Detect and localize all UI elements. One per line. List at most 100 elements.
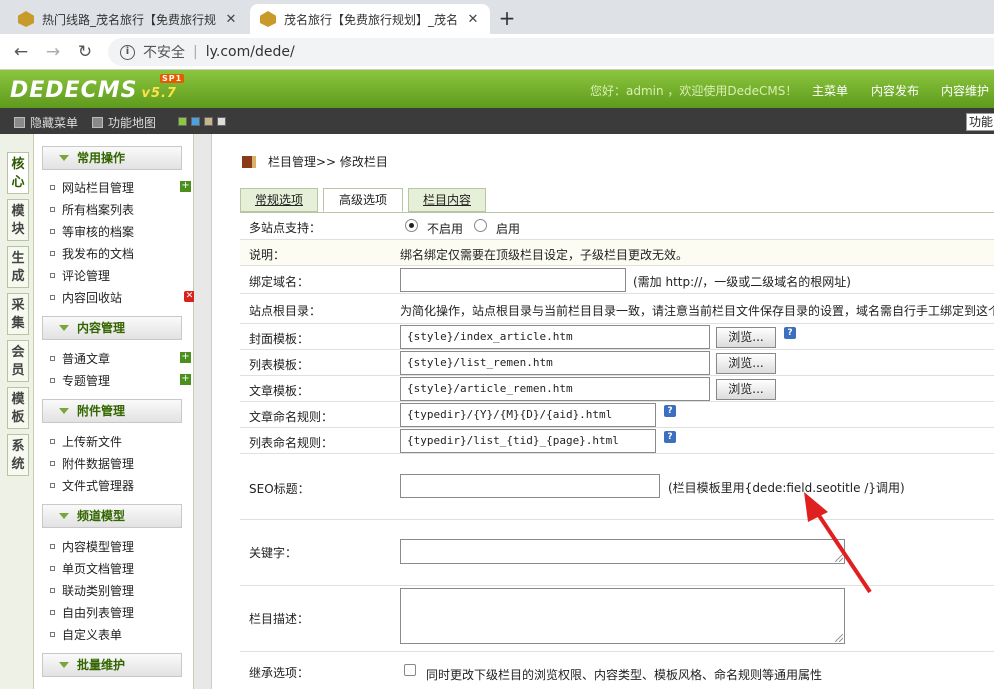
cover-template-input[interactable]: {style}/index_article.htm: [400, 325, 710, 349]
hide-menu-button[interactable]: 隐藏菜单: [14, 114, 78, 131]
help-icon[interactable]: ?: [664, 431, 676, 443]
vtab-system[interactable]: 系统: [7, 434, 29, 476]
cover-template-browse-button[interactable]: 浏览...: [716, 327, 776, 348]
back-arrow-icon[interactable]: ←: [10, 41, 32, 63]
list-template-input[interactable]: {style}/list_remen.htm: [400, 351, 710, 375]
sitemap-label: 功能地图: [108, 116, 157, 130]
menu-item-article[interactable]: 普通文章: [50, 350, 110, 367]
article-template-input[interactable]: {style}/article_remen.htm: [400, 377, 710, 401]
annotation-arrow-shaft: [812, 506, 872, 594]
tab-general-options[interactable]: 常规选项: [240, 188, 318, 212]
vtab-generate[interactable]: 生成: [7, 246, 29, 288]
inherit-checkbox[interactable]: [404, 664, 416, 676]
multisite-on-radio[interactable]: [474, 219, 487, 232]
url-text[interactable]: ly.com/dede/: [206, 44, 295, 60]
menu-item-pending-archives[interactable]: 等审核的档案: [50, 223, 134, 240]
function-search-box[interactable]: 功能: [966, 113, 994, 131]
vtab-collect[interactable]: 采集: [7, 293, 29, 335]
multisite-on-label: 启用: [496, 222, 521, 236]
keywords-textarea[interactable]: [400, 539, 845, 564]
menu-group-attachments[interactable]: 附件管理: [42, 399, 182, 423]
menu-group-channel-models[interactable]: 频道模型: [42, 504, 182, 528]
menu-item-label: 单页文档管理: [62, 562, 135, 576]
tab-column-content[interactable]: 栏目内容: [408, 188, 486, 212]
menu-item-label: 文件式管理器: [62, 479, 135, 493]
list-template-browse-button[interactable]: 浏览...: [716, 353, 776, 374]
menu-item-recycle-bin[interactable]: 内容回收站: [50, 289, 122, 306]
add-icon[interactable]: +: [180, 181, 191, 192]
breadcrumb-text[interactable]: 栏目管理>> 修改栏目: [268, 153, 388, 170]
tab-title: 热门线路_茂名旅行【免费旅行规: [42, 12, 217, 27]
nav-main-menu[interactable]: 主菜单: [812, 82, 848, 99]
vtab-templates[interactable]: 模板: [7, 387, 29, 429]
tab-title: 茂名旅行【免费旅行规划】_茂名: [284, 12, 459, 27]
sitemap-button[interactable]: 功能地图: [92, 114, 156, 131]
theme-swatch-green[interactable]: [178, 117, 187, 126]
menu-item-site-columns[interactable]: 网站栏目管理: [50, 179, 134, 196]
menu-item-linked-categories[interactable]: 联动类别管理: [50, 582, 134, 599]
menu-item-label: 联动类别管理: [62, 584, 135, 598]
list-template-label: 列表模板：: [249, 358, 310, 372]
row-article-naming-rule: 文章命名规则： {typedir}/{Y}/{M}{D}/{aid}.html …: [240, 402, 994, 428]
domain-label: 绑定域名：: [249, 275, 310, 289]
annotation-arrow: [804, 492, 872, 594]
close-tab-icon[interactable]: ✕: [224, 12, 238, 27]
menu-item-attachment-data[interactable]: 附件数据管理: [50, 455, 134, 472]
theme-swatch-tan[interactable]: [204, 117, 213, 126]
article-rule-input[interactable]: {typedir}/{Y}/{M}{D}/{aid}.html: [400, 403, 656, 427]
list-rule-input[interactable]: {typedir}/list_{tid}_{page}.html: [400, 429, 656, 453]
multisite-off-radio[interactable]: [405, 219, 418, 232]
vtab-members[interactable]: 会员: [7, 340, 29, 382]
close-tab-icon[interactable]: ✕: [466, 12, 480, 27]
cms-header: DEDECMS v5.7 SP1 您好：admin ，欢迎使用DedeCMS！ 主…: [0, 70, 994, 108]
vtab-modules[interactable]: 模块: [7, 199, 29, 241]
browser-tab-1[interactable]: 热门线路_茂名旅行【免费旅行规 ✕: [8, 4, 248, 34]
menu-item-content-models[interactable]: 内容模型管理: [50, 538, 134, 555]
menu-item-special[interactable]: 专题管理: [50, 372, 110, 389]
site-root-label: 站点根目录：: [249, 304, 322, 318]
menu-group-common[interactable]: 常用操作: [42, 146, 182, 170]
tab-advanced-options[interactable]: 高级选项: [323, 188, 403, 212]
add-icon[interactable]: +: [180, 374, 191, 385]
menu-group-content[interactable]: 内容管理: [42, 316, 182, 340]
menu-group-batch[interactable]: 批量维护: [42, 653, 182, 677]
new-tab-button[interactable]: +: [494, 6, 520, 32]
address-bar: ← → ↻ i 不安全 | ly.com/dede/: [0, 34, 994, 70]
theme-swatch-blue[interactable]: [191, 117, 200, 126]
menu-item-single-pages[interactable]: 单页文档管理: [50, 560, 134, 577]
row-domain: 绑定域名： (需加 http://，一级或二级域名的根网址): [240, 266, 994, 294]
menu-item-upload[interactable]: 上传新文件: [50, 433, 122, 450]
multisite-label: 多站点支持：: [249, 221, 322, 235]
reload-icon[interactable]: ↻: [74, 41, 96, 63]
vtab-core[interactable]: 核心: [7, 152, 29, 194]
forward-arrow-icon[interactable]: →: [42, 41, 64, 63]
left-menu: 常用操作 网站栏目管理 + 所有档案列表 等审核的档案 我发布的文档 评论管理 …: [34, 134, 195, 689]
menu-item-custom-forms[interactable]: 自定义表单: [50, 626, 122, 643]
menu-item-comments[interactable]: 评论管理: [50, 267, 110, 284]
menu-item-label: 评论管理: [62, 269, 111, 283]
nav-content-publish[interactable]: 内容发布: [871, 82, 919, 99]
menu-item-label: 我发布的文档: [62, 247, 135, 261]
help-icon[interactable]: ?: [784, 327, 796, 339]
add-icon[interactable]: +: [180, 352, 191, 363]
nav-content-maintain[interactable]: 内容维护: [941, 82, 989, 99]
menu-item-all-archives[interactable]: 所有档案列表: [50, 201, 134, 218]
seo-title-input[interactable]: [400, 474, 660, 498]
info-icon[interactable]: i: [120, 44, 135, 60]
keywords-label: 关键字：: [249, 546, 298, 560]
annotation-arrow-head: [804, 492, 828, 522]
row-multisite: 多站点支持： 不启用 启用: [240, 212, 994, 240]
menu-item-label: 所有档案列表: [62, 203, 135, 217]
menu-item-free-lists[interactable]: 自由列表管理: [50, 604, 134, 621]
security-label[interactable]: 不安全: [143, 42, 185, 62]
description-label: 栏目描述：: [249, 612, 310, 626]
description-textarea[interactable]: [400, 588, 845, 644]
browser-tab-2-active[interactable]: 茂名旅行【免费旅行规划】_茂名 ✕: [250, 4, 490, 34]
theme-swatch-gray[interactable]: [217, 117, 226, 126]
help-icon[interactable]: ?: [664, 405, 676, 417]
menu-item-my-documents[interactable]: 我发布的文档: [50, 245, 134, 262]
menu-item-file-manager[interactable]: 文件式管理器: [50, 477, 134, 494]
domain-input[interactable]: [400, 268, 626, 292]
url-omnibox[interactable]: i 不安全 | ly.com/dede/: [108, 38, 994, 66]
article-template-browse-button[interactable]: 浏览...: [716, 379, 776, 400]
